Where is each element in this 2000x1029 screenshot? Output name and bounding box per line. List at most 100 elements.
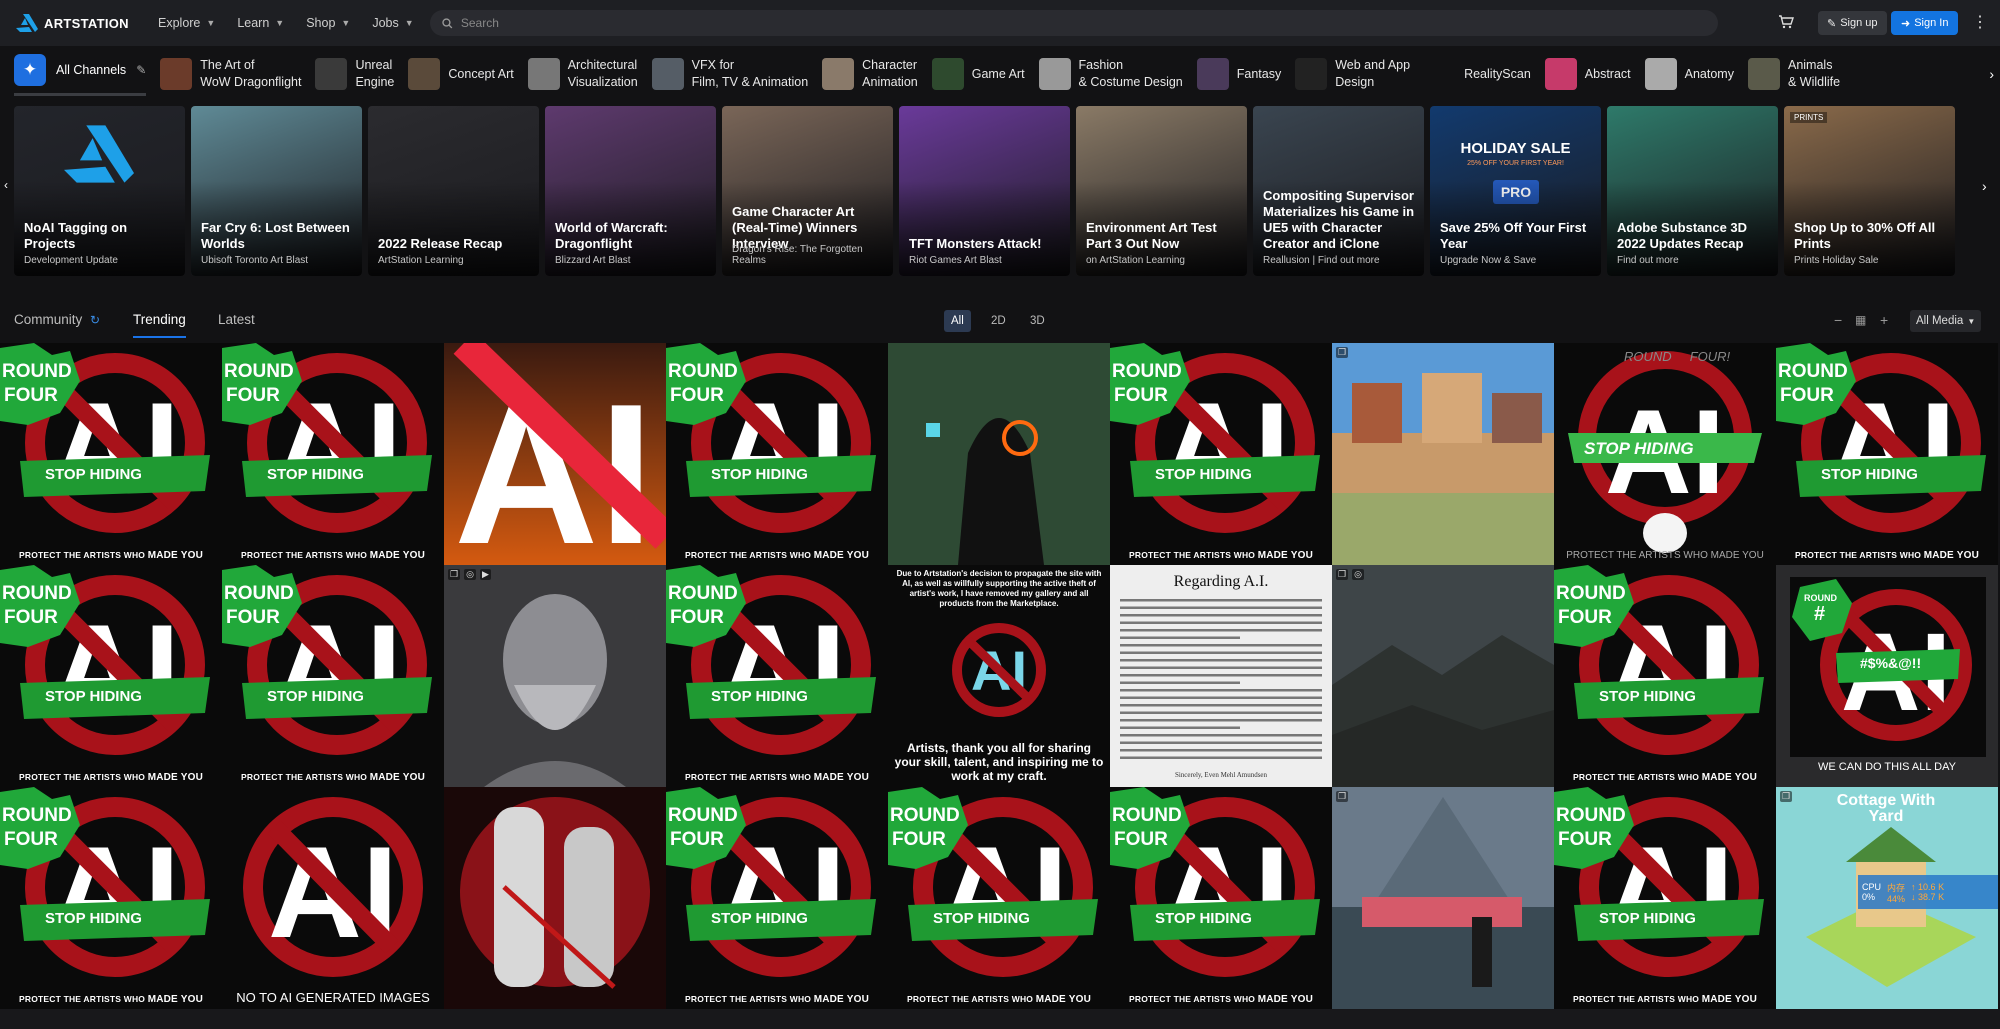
featured-card[interactable]: PRINTS Shop Up to 30% Off All Prints Print…: [1784, 106, 1955, 276]
nav-explore[interactable]: Explore ▼: [158, 16, 215, 30]
sign-up-button[interactable]: ✎ Sign up: [1818, 11, 1887, 35]
nav-shop-label: Shop: [306, 16, 336, 30]
image-set-icon: ❐: [1336, 347, 1349, 358]
artwork-tile[interactable]: AIROUNDFOURSTOP HIDINGPROTECT THE ARTIST…: [1110, 343, 1332, 565]
featured-card[interactable]: Adobe Substance 3D 2022 Updates Recap Fin…: [1607, 106, 1778, 276]
featured-card[interactable]: Compositing Supervisor Materializes his …: [1253, 106, 1424, 276]
poster-caption: PROTECT THE ARTISTS WHO MADE YOU: [19, 550, 203, 561]
artwork-tile[interactable]: AIROUNDFOURSTOP HIDINGPROTECT THE ARTIST…: [1110, 787, 1332, 1009]
artwork-tile[interactable]: [444, 787, 666, 1009]
artwork-tile[interactable]: ❐ Cottage With Yard CPU 0% 内存 44% ↑ 10.6 K ↓ 38…: [1776, 787, 1998, 1009]
nav-shop[interactable]: Shop ▼: [306, 16, 350, 30]
channels-next-icon[interactable]: ›: [1970, 46, 2000, 102]
channel-thumbnail: [931, 58, 964, 90]
channel-item[interactable]: Character Animation: [822, 57, 918, 91]
grid-view-icon[interactable]: ▦: [1855, 313, 1866, 327]
cart-icon[interactable]: [1778, 14, 1796, 32]
artwork-tile[interactable]: AIROUND##$%&@!!WE CAN DO THIS ALL DAY: [1776, 565, 1998, 787]
featured-card[interactable]: TFT Monsters Attack! Riot Games Art Blast: [899, 106, 1070, 276]
chevron-down-icon: ▼: [1967, 316, 1976, 326]
round-label: ROUND: [2, 583, 72, 604]
channel-item[interactable]: RealityScan: [1424, 58, 1531, 90]
featured-card[interactable]: Environment Art Test Part 3 Out Now on Ar…: [1076, 106, 1247, 276]
featured-card[interactable]: HOLIDAY SALE25% OFF YOUR FIRST YEAR!PROS…: [1430, 106, 1601, 276]
channel-item[interactable]: VFX for Film, TV & Animation: [651, 57, 808, 91]
channel-item[interactable]: Unreal Engine: [315, 57, 394, 91]
channel-item[interactable]: Architectural Visualization: [527, 57, 638, 91]
artwork-tile[interactable]: Regarding A.I. Sincerely, Even Mehl Amund…: [1110, 565, 1332, 787]
media-type-select[interactable]: All Media ▼: [1910, 310, 1982, 332]
round-label: ROUND: [1804, 593, 1837, 603]
active-tab-indicator: [133, 336, 186, 338]
featured-card[interactable]: NoAI Tagging on Projects Development Upda…: [14, 106, 185, 276]
no-ai-caption: NO TO AI GENERATED IMAGES: [236, 990, 430, 1005]
channel-thumbnail: [160, 58, 193, 90]
artwork-tile[interactable]: AIROUNDFOURSTOP HIDINGPROTECT THE ARTIST…: [666, 565, 888, 787]
channel-item[interactable]: Game Art: [931, 58, 1025, 90]
we-can-do-this-label: WE CAN DO THIS ALL DAY: [1818, 761, 1956, 773]
nav-explore-label: Explore: [158, 16, 201, 30]
carousel-prev-icon[interactable]: ‹: [4, 178, 8, 192]
filter-3d[interactable]: 3D: [1023, 310, 1052, 332]
more-options-icon[interactable]: ⋮: [1972, 12, 1988, 32]
carousel-next-icon[interactable]: ›: [1982, 178, 1987, 194]
artwork-tile[interactable]: AIROUNDFOURSTOP HIDINGPROTECT THE ARTIST…: [0, 343, 222, 565]
channel-item[interactable]: The Art of WoW Dragonflight: [160, 57, 301, 91]
edit-icon[interactable]: ✎: [136, 63, 146, 77]
channel-thumbnail: [1038, 58, 1071, 90]
channel-item[interactable]: Abstract: [1544, 58, 1631, 90]
artwork-tile[interactable]: ❐ ◎: [1332, 565, 1554, 787]
artwork-tile[interactable]: [888, 343, 1110, 565]
search-input[interactable]: [460, 16, 1718, 30]
featured-card[interactable]: Far Cry 6: Lost Between Worlds Ubisoft To…: [191, 106, 362, 276]
round-label: ROUND: [1556, 583, 1626, 604]
channel-item[interactable]: Concept Art: [408, 58, 514, 90]
channel-label: Animals & Wildlife: [1787, 58, 1841, 89]
artwork-tile[interactable]: ❐: [1332, 787, 1554, 1009]
artwork-tile[interactable]: AIROUNDFOURSTOP HIDINGPROTECT THE ARTIST…: [222, 565, 444, 787]
featured-card[interactable]: World of Warcraft: Dragonflight Blizzard …: [545, 106, 716, 276]
artwork-tile[interactable]: AI: [444, 343, 666, 565]
featured-card-subtitle: ArtStation Learning: [378, 255, 464, 266]
artwork-tile[interactable]: AIROUNDFOURSTOP HIDINGPROTECT THE ARTIST…: [0, 565, 222, 787]
artwork-tile[interactable]: AIROUNDFOURSTOP HIDINGPROTECT THE ARTIST…: [888, 787, 1110, 1009]
four-label: FOUR: [1558, 829, 1612, 850]
featured-card[interactable]: 2022 Release Recap ArtStation Learning: [368, 106, 539, 276]
zoom-out-icon[interactable]: −: [1834, 312, 1842, 328]
featured-card[interactable]: Game Character Art (Real-Time) Winners I…: [722, 106, 893, 276]
3d-icon: ◎: [1352, 569, 1364, 580]
artwork-tile[interactable]: AIDue to Artstation's decision to propag…: [888, 565, 1110, 787]
sign-in-label: Sign In: [1914, 17, 1949, 29]
artwork-tile[interactable]: AIROUNDFOURSTOP HIDINGPROTECT THE ARTIST…: [0, 787, 222, 1009]
artwork-tile[interactable]: AINO TO AI GENERATED IMAGES: [222, 787, 444, 1009]
artwork-tile[interactable]: AIROUNDFOURSTOP HIDINGPROTECT THE ARTIST…: [1554, 787, 1776, 1009]
channel-item[interactable]: Fantasy: [1196, 58, 1281, 90]
tab-community[interactable]: Community ↻: [14, 312, 100, 327]
artwork-tile[interactable]: AIROUND FOUR!STOP HIDINGPROTECT THE ARTI…: [1554, 343, 1776, 565]
promo-title: HOLIDAY SALE: [1460, 140, 1571, 157]
artstation-logo[interactable]: ARTSTATION: [16, 14, 136, 32]
artwork-tile[interactable]: ❐: [1332, 343, 1554, 565]
featured-card-subtitle: Dragon's Rise: The Forgotten Realms: [732, 244, 863, 266]
filter-all[interactable]: All: [944, 310, 971, 332]
zoom-in-icon[interactable]: +: [1880, 312, 1888, 328]
tab-latest[interactable]: Latest: [218, 312, 255, 327]
artwork-tile[interactable]: AIROUNDFOURSTOP HIDINGPROTECT THE ARTIST…: [666, 787, 888, 1009]
nav-learn[interactable]: Learn ▼: [237, 16, 284, 30]
tab-trending[interactable]: Trending: [133, 312, 186, 327]
channel-item[interactable]: Anatomy: [1644, 58, 1734, 90]
artwork-tile[interactable]: AIROUNDFOURSTOP HIDINGPROTECT THE ARTIST…: [666, 343, 888, 565]
channel-item[interactable]: Animals & Wildlife: [1747, 57, 1841, 91]
artwork-tile[interactable]: AIROUNDFOURSTOP HIDINGPROTECT THE ARTIST…: [222, 343, 444, 565]
four-label: FOUR: [892, 829, 946, 850]
artwork-tile[interactable]: AIROUNDFOURSTOP HIDINGPROTECT THE ARTIST…: [1776, 343, 1998, 565]
featured-card-title: Adobe Substance 3D 2022 Updates Recap: [1617, 220, 1748, 251]
artwork-tile[interactable]: AIROUNDFOURSTOP HIDINGPROTECT THE ARTIST…: [1554, 565, 1776, 787]
artwork-tile[interactable]: ❐ ◎ ▶: [444, 565, 666, 787]
nav-jobs[interactable]: Jobs ▼: [372, 16, 413, 30]
channel-item[interactable]: Web and App Design: [1295, 57, 1410, 91]
channel-item[interactable]: Fashion & Costume Design: [1038, 57, 1183, 91]
all-channels-button[interactable]: ✦ All Channels ✎: [14, 52, 147, 96]
filter-2d[interactable]: 2D: [984, 310, 1013, 332]
sign-in-button[interactable]: ➜ Sign In: [1891, 11, 1959, 35]
